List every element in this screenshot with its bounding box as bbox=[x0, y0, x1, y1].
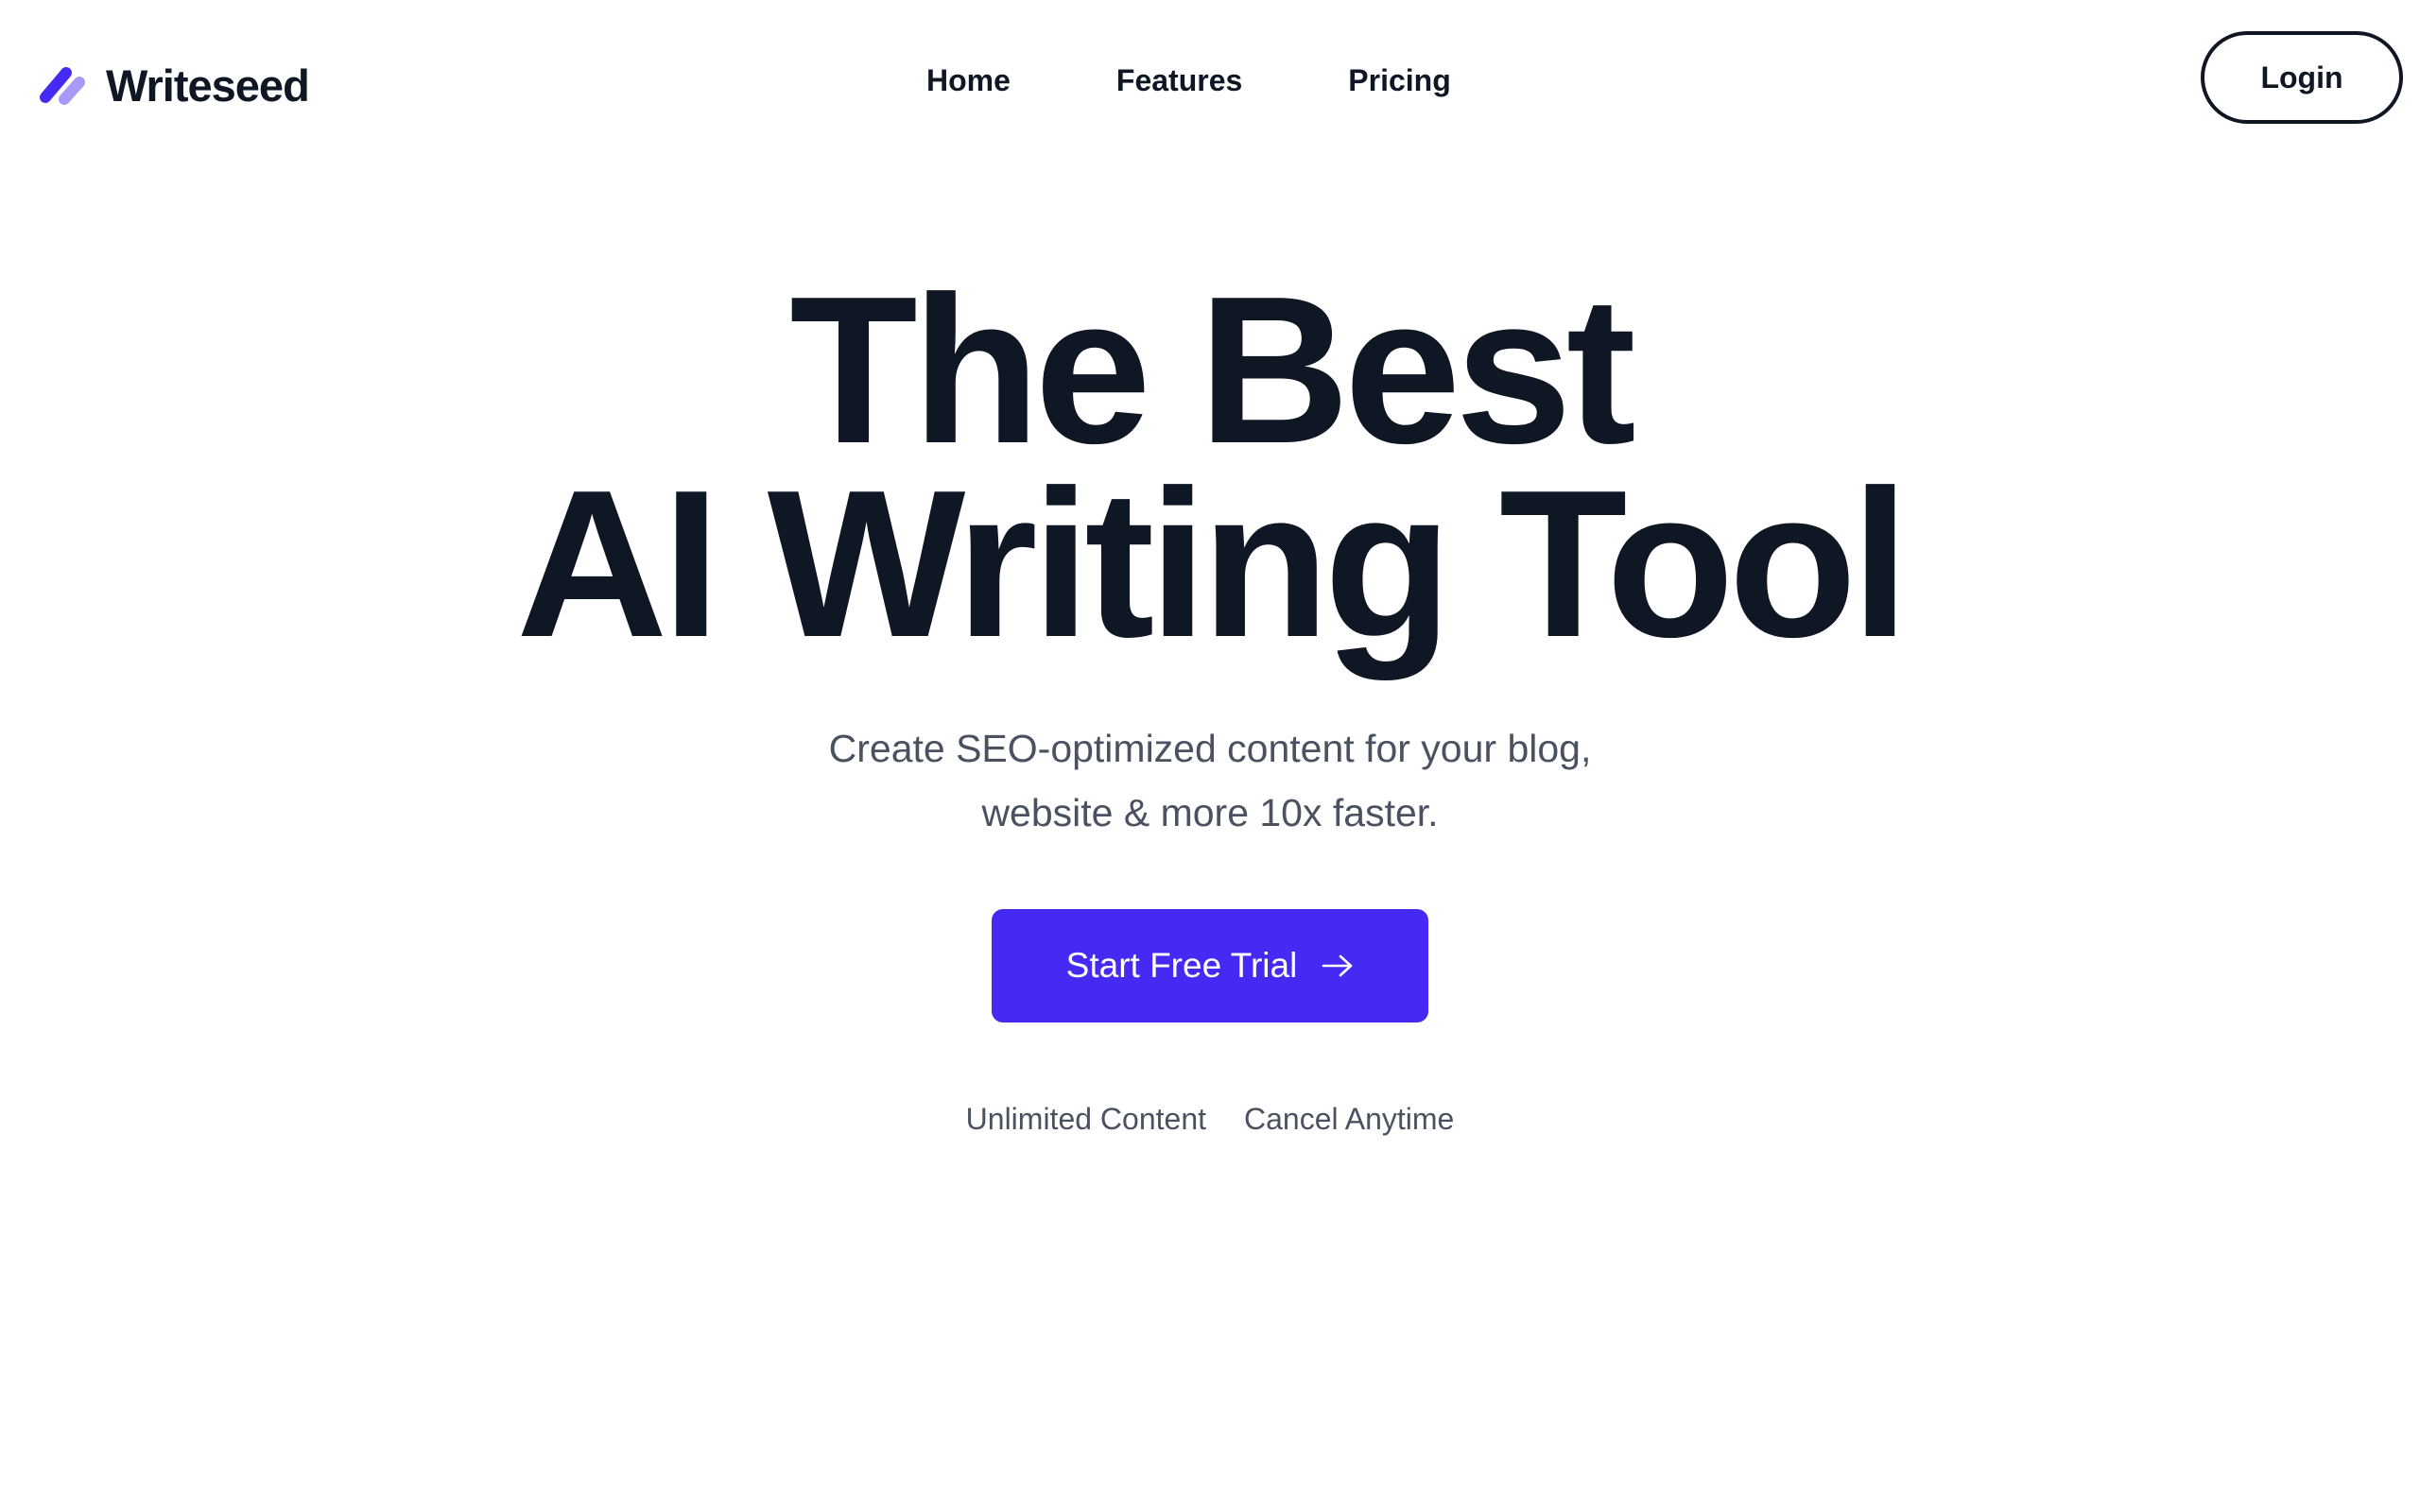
hero-title-line-1: The Best bbox=[789, 253, 1636, 488]
hero-subtitle-line-2: website & more 10x faster. bbox=[981, 791, 1439, 834]
perk-unlimited-content: Unlimited Content bbox=[965, 1102, 1206, 1136]
nav-item-home[interactable]: Home bbox=[926, 65, 1011, 95]
arrow-right-icon bbox=[1322, 954, 1353, 977]
perk-cancel-anytime: Cancel Anytime bbox=[1244, 1102, 1455, 1136]
hero-subtitle-line-1: Create SEO-optimized content for your bl… bbox=[828, 727, 1592, 770]
brand-logo-link[interactable]: Writeseed bbox=[38, 52, 310, 118]
login-button[interactable]: Login bbox=[2201, 31, 2403, 124]
nav-item-features[interactable]: Features bbox=[1116, 65, 1242, 95]
hero-subtitle: Create SEO-optimized content for your bl… bbox=[0, 716, 2420, 845]
hero-section: The Best AI Writing Tool Create SEO-opti… bbox=[0, 253, 2420, 1134]
site-header: Writeseed Home Features Pricing Login bbox=[0, 0, 2420, 161]
nav-item-pricing[interactable]: Pricing bbox=[1348, 65, 1450, 95]
cta-container: Start Free Trial bbox=[0, 909, 2420, 1022]
hero-title-line-2: AI Writing Tool bbox=[516, 447, 1910, 681]
landing-page: Writeseed Home Features Pricing Login Th… bbox=[0, 0, 2420, 1512]
cta-label: Start Free Trial bbox=[1065, 946, 1298, 985]
slash-stripes-logo-icon bbox=[40, 67, 85, 105]
start-free-trial-button[interactable]: Start Free Trial bbox=[992, 909, 1428, 1022]
brand-name: Writeseed bbox=[106, 60, 310, 111]
main-nav: Home Features Pricing bbox=[926, 57, 1451, 104]
hero-title: The Best AI Writing Tool bbox=[0, 253, 2420, 681]
perks-list: Unlimited Content Cancel Anytime bbox=[0, 1104, 2420, 1134]
